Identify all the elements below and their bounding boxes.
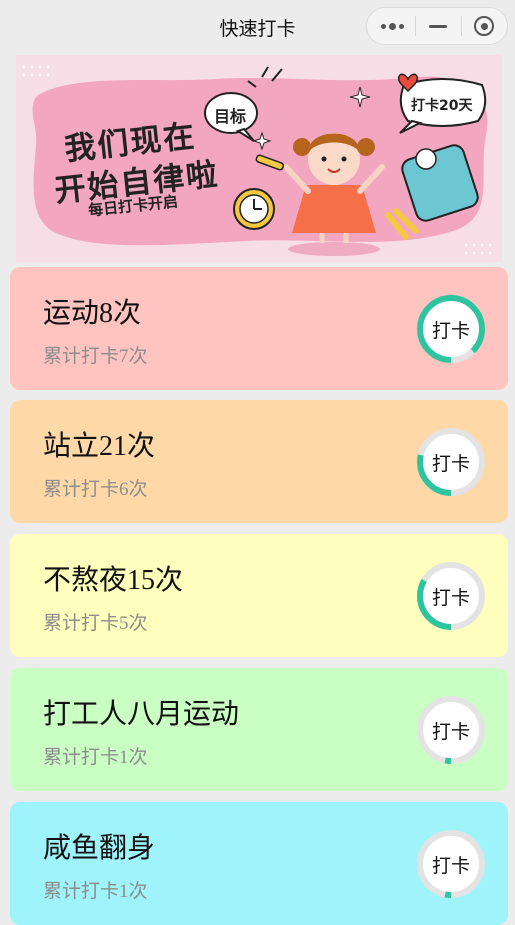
habit-checkin-count: 累计打卡6次 bbox=[43, 479, 148, 500]
checkin-button-label: 打卡 bbox=[431, 319, 470, 342]
habit-title: 站立21次 bbox=[43, 431, 156, 462]
habit-title: 打工人八月运动 bbox=[43, 699, 240, 730]
minimize-icon[interactable] bbox=[415, 8, 461, 44]
habit-title: 咸鱼翻身 bbox=[43, 833, 156, 864]
checkin-button[interactable]: 打卡 bbox=[416, 695, 486, 765]
checkin-button-label: 打卡 bbox=[431, 586, 470, 609]
habit-card-worker-august-exercise[interactable]: 打工人八月运动 累计打卡1次 打卡 bbox=[10, 668, 508, 791]
more-dots-icon[interactable] bbox=[369, 8, 415, 44]
habit-checkin-count: 累计打卡1次 bbox=[43, 881, 148, 902]
habit-card-salted-fish-turnaround[interactable]: 咸鱼翻身 累计打卡1次 打卡 bbox=[10, 802, 508, 925]
habit-title: 不熬夜15次 bbox=[43, 565, 184, 596]
habit-title: 运动8次 bbox=[43, 298, 142, 329]
target-close-icon[interactable] bbox=[461, 8, 507, 44]
habit-checkin-count: 累计打卡1次 bbox=[43, 747, 148, 768]
checkin-button[interactable]: 打卡 bbox=[416, 294, 486, 364]
habit-card-exercise[interactable]: 运动8次 累计打卡7次 打卡 bbox=[10, 267, 508, 390]
menu-capsule bbox=[366, 7, 508, 45]
checkin-button[interactable]: 打卡 bbox=[416, 561, 486, 631]
banner-bubble-days: 打卡20天 bbox=[411, 98, 473, 114]
checkin-button-label: 打卡 bbox=[431, 720, 470, 743]
checkin-button-label: 打卡 bbox=[431, 452, 470, 475]
habit-checkin-count: 累计打卡5次 bbox=[43, 613, 148, 634]
navigation-bar: 快速打卡 bbox=[0, 0, 515, 52]
habit-card-standing[interactable]: 站立21次 累计打卡6次 打卡 bbox=[10, 400, 508, 523]
checkin-button[interactable]: 打卡 bbox=[416, 829, 486, 899]
checkin-button[interactable]: 打卡 bbox=[416, 427, 486, 497]
checkin-button-label: 打卡 bbox=[431, 854, 470, 877]
habit-card-no-late-night[interactable]: 不熬夜15次 累计打卡5次 打卡 bbox=[10, 534, 508, 657]
habit-checkin-count: 累计打卡7次 bbox=[43, 346, 148, 367]
banner-bubble-goal: 目标 bbox=[214, 107, 247, 126]
banner-image: 我们现在 开始自律啦 每日打卡开启 目标 打卡20天 bbox=[16, 55, 502, 262]
